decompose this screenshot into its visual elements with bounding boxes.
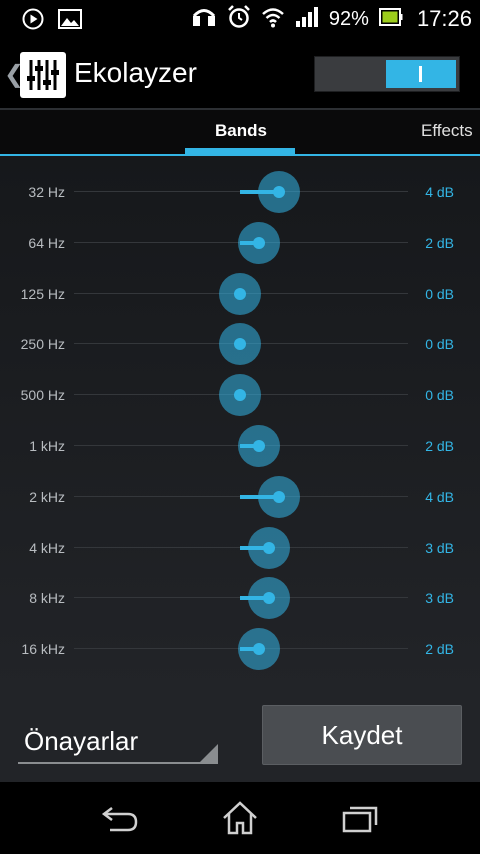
bottom-controls: Önayarlar Kaydet [0,700,480,782]
band-frequency-label: 250 Hz [20,336,65,353]
band-frequency-label: 1 kHz [29,438,65,454]
toggle-thumb [386,60,456,88]
signal-icon [295,6,319,32]
band-row: 4 kHz 3 dB [0,523,480,573]
bands-panel: 32 Hz 4 dB 64 Hz 2 dB 125 Hz 0 dB 250 Hz 0 dB 50… [0,156,480,702]
band-frequency-label: 64 Hz [28,234,65,251]
band-slider-thumb[interactable] [219,272,261,315]
band-slider-thumb[interactable] [219,374,261,417]
band-gain-value: 0 dB [425,285,454,302]
battery-percent: 92% [328,7,369,30]
band-slider-thumb[interactable] [238,628,281,671]
battery-icon [378,8,403,30]
image-icon [58,8,82,34]
band-frequency-label: 500 Hz [20,387,65,404]
band-gain-value: 0 dB [425,336,454,353]
save-button[interactable]: Kaydet [262,705,462,765]
band-gain-value: 2 dB [425,438,454,454]
clock: 17:26 [416,6,472,31]
band-row: 2 kHz 4 dB [0,472,480,522]
tab-indicator [185,148,295,154]
play-icon [22,8,44,34]
band-gain-value: 2 dB [425,641,454,658]
band-slider-thumb[interactable] [257,475,300,518]
status-bar: 92% 17:26 [0,0,480,38]
wifi-icon [261,6,285,32]
tab-bar: Bands Effects [0,110,480,156]
band-gain-value: 2 dB [425,234,454,251]
band-gain-value: 4 dB [425,184,454,200]
action-bar: ❮ Ekolayzer [0,38,480,110]
headset-icon [191,6,217,32]
tab-bands[interactable]: Bands [215,121,267,141]
band-slider-thumb[interactable] [248,526,291,569]
band-row: 125 Hz 0 dB [0,269,480,319]
band-slider-thumb[interactable] [219,323,261,366]
band-row: 500 Hz 0 dB [0,370,480,420]
navigation-bar [0,782,480,854]
band-gain-value: 3 dB [425,539,454,556]
band-frequency-label: 16 kHz [21,641,65,658]
band-row: 250 Hz 0 dB [0,319,480,369]
equalizer-enable-toggle[interactable] [314,56,460,92]
band-gain-value: 4 dB [425,488,454,505]
band-frequency-label: 32 Hz [28,184,65,200]
home-icon[interactable] [220,800,260,836]
band-row: 1 kHz 2 dB [0,421,480,471]
band-gain-value: 0 dB [425,387,454,404]
band-row: 16 kHz 2 dB [0,624,480,674]
band-slider-thumb[interactable] [238,425,281,467]
equalizer-app-icon[interactable] [20,52,66,98]
band-frequency-label: 8 kHz [29,590,65,607]
band-row: 64 Hz 2 dB [0,218,480,268]
alarm-icon [227,5,251,33]
recent-apps-icon[interactable] [340,800,380,836]
back-icon[interactable] [100,800,140,836]
page-title: Ekolayzer [74,57,197,88]
dropdown-corner-icon [200,744,218,762]
band-frequency-label: 4 kHz [29,539,65,556]
band-slider-thumb[interactable] [257,171,300,213]
band-row: 8 kHz 3 dB [0,573,480,623]
presets-label: Önayarlar [24,726,139,756]
presets-dropdown[interactable]: Önayarlar [18,712,218,764]
tab-effects[interactable]: Effects [421,121,473,141]
band-slider-thumb[interactable] [238,221,281,264]
band-row: 32 Hz 4 dB [0,167,480,217]
band-slider-thumb[interactable] [248,577,291,620]
band-frequency-label: 125 Hz [20,285,65,302]
band-frequency-label: 2 kHz [29,488,65,505]
band-gain-value: 3 dB [425,590,454,607]
